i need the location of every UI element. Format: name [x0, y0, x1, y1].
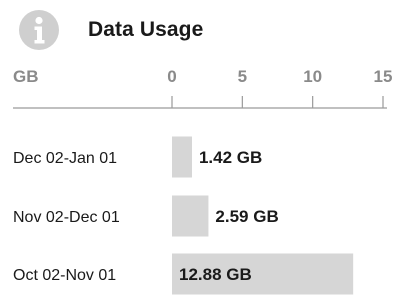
- data-label: 12.88 GB: [179, 265, 252, 284]
- x-axis: GB 0 5 10 15: [13, 67, 393, 109]
- category-label: Oct 02-Nov 01: [13, 267, 116, 284]
- bar: [172, 136, 192, 178]
- x-axis-unit-label: GB: [13, 67, 39, 86]
- category-label: Nov 02-Dec 01: [13, 209, 120, 226]
- data-usage-chart: GB 0 5 10 15 Dec 02-Jan 01 1.42 GB Nov 02-Dec …: [13, 67, 393, 295]
- x-tick-label: 0: [167, 67, 176, 86]
- x-tick-label: 10: [303, 67, 322, 86]
- x-tick-label: 15: [374, 67, 393, 86]
- bar: [172, 195, 209, 237]
- data-label: 2.59 GB: [215, 207, 278, 226]
- category-label: Dec 02-Jan 01: [13, 150, 117, 167]
- data-label: 1.42 GB: [199, 148, 262, 167]
- x-tick-label: 5: [238, 67, 247, 86]
